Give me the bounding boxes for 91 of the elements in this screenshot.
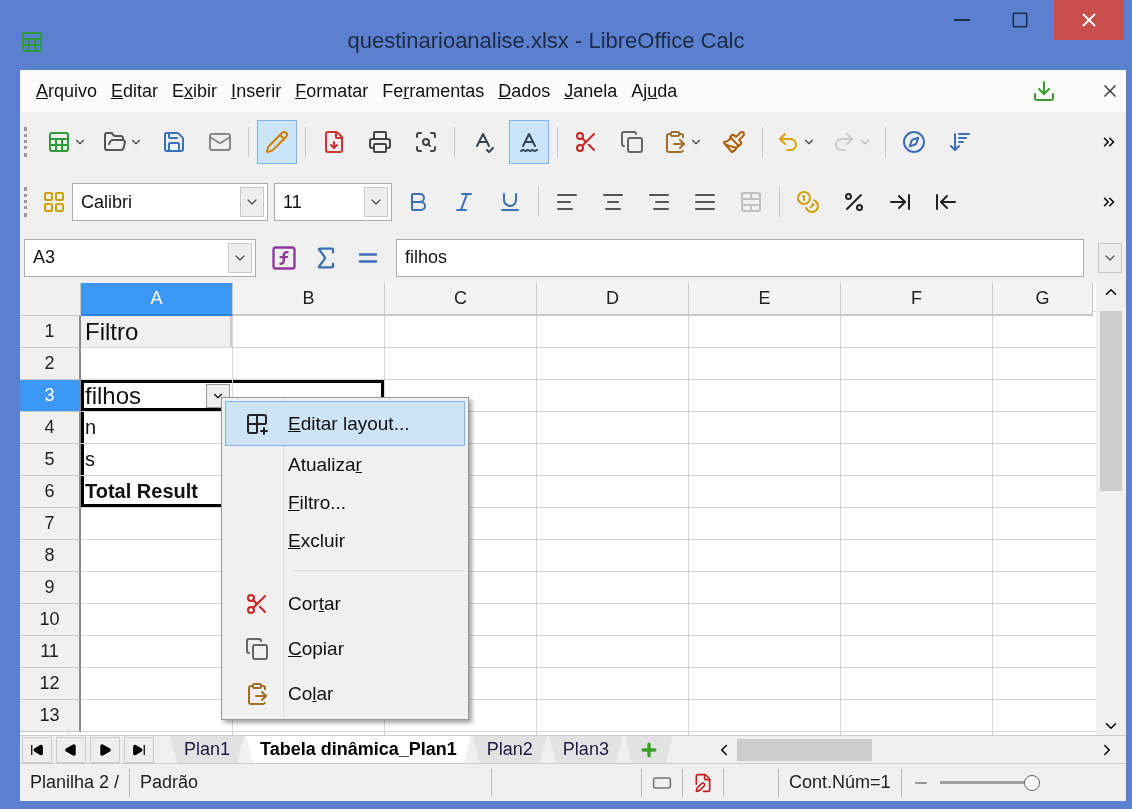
scrollbar-thumb[interactable]	[1100, 311, 1122, 491]
redo-icon	[832, 130, 856, 154]
close-button[interactable]	[1054, 0, 1124, 40]
menu-item[interactable]: Ajuda	[625, 76, 684, 106]
menu-item[interactable]: Excluir	[225, 522, 465, 560]
menu-item[interactable]: Copiar	[225, 626, 465, 671]
envelope-icon	[208, 130, 232, 154]
triangle-left-icon	[64, 743, 78, 757]
clipboard-icon	[245, 681, 269, 706]
spreadsheet-icon	[47, 130, 71, 154]
triangle-right-icon	[98, 743, 112, 757]
maximize-icon	[1011, 11, 1029, 29]
sheet-indicator: Planilha 2 /	[20, 768, 131, 797]
sheet-tab[interactable]: Plan3	[548, 736, 623, 763]
row-header[interactable]: 9	[20, 572, 81, 604]
count-indicator: Cont.Núm=1	[779, 768, 902, 797]
formula-input[interactable]: filhos	[396, 238, 1084, 277]
compass-icon	[902, 130, 926, 154]
column-header[interactable]: E	[689, 283, 841, 316]
menu-item[interactable]: Arquivo	[30, 76, 104, 106]
column-header[interactable]: F	[841, 283, 993, 316]
menu-item[interactable]: Formatar	[289, 76, 375, 106]
zoom-thumb[interactable]	[1023, 774, 1040, 791]
font-size-field[interactable]: 11	[274, 183, 392, 221]
name-box[interactable]: A3	[24, 238, 256, 277]
coins-icon	[796, 190, 820, 214]
row-header[interactable]: 1	[20, 316, 81, 348]
copy-icon	[620, 130, 644, 154]
sheet-tab[interactable]: Plan1	[170, 736, 245, 763]
menu-item[interactable]: Ferramentas	[376, 76, 491, 106]
sheet-tab[interactable]: Tabela dinâmica_Plan1	[246, 736, 471, 763]
menu-item[interactable]: Colar	[225, 671, 465, 716]
spreadsheet-icon	[20, 30, 44, 54]
row-header[interactable]: 5	[20, 444, 81, 476]
font-name-field[interactable]: Calibri	[72, 183, 268, 221]
scissors-icon	[245, 591, 269, 616]
sheet-tab[interactable]: Plan2	[472, 736, 547, 763]
column-header[interactable]: D	[537, 283, 689, 316]
document-modified-icon	[693, 772, 714, 793]
print-preview-icon	[414, 130, 438, 154]
grid-icon	[245, 411, 269, 436]
percent-icon	[842, 190, 866, 214]
row-header[interactable]: 2	[20, 348, 81, 380]
row-header[interactable]: 10	[20, 604, 81, 636]
scrollbar-thumb[interactable]	[736, 739, 872, 761]
menu-item[interactable]: Inserir	[225, 76, 288, 106]
last-sheet-button[interactable]	[124, 737, 154, 763]
column-header[interactable]: B	[233, 283, 385, 316]
scissors-icon	[574, 130, 598, 154]
minimize-icon	[954, 19, 970, 21]
menu-item[interactable]: Cortar	[225, 581, 465, 626]
row-header[interactable]: 11	[20, 636, 81, 668]
row-header[interactable]: 7	[20, 508, 81, 540]
menu-item[interactable]: Dados	[492, 76, 557, 106]
row-header[interactable]: 13	[20, 700, 81, 732]
column-header[interactable]: C	[385, 283, 537, 316]
table-cell: filhos	[81, 380, 232, 411]
copy-icon	[245, 636, 269, 661]
menu-item[interactable]: Janela	[558, 76, 624, 106]
styles-icon	[42, 190, 66, 214]
column-header[interactable]: G	[993, 283, 1093, 316]
undo-icon	[776, 130, 800, 154]
underline-icon	[498, 190, 522, 214]
next-sheet-button[interactable]	[90, 737, 120, 763]
row-header[interactable]: 12	[20, 668, 81, 700]
previous-sheet-button[interactable]	[56, 737, 86, 763]
sort-icon	[948, 130, 972, 154]
paintbrush-icon	[722, 130, 746, 154]
menu-item[interactable]: Editar	[105, 76, 165, 106]
add-sheet-button[interactable]	[624, 736, 673, 763]
window-title: questinarioanalise.xlsx - LibreOffice Calc	[346, 28, 746, 54]
folder-icon	[103, 130, 127, 154]
function-icon[interactable]	[270, 243, 298, 272]
menu-item[interactable]: Editar layout...	[225, 401, 465, 446]
row-header[interactable]: 8	[20, 540, 81, 572]
save-icon	[162, 130, 186, 154]
first-sheet-button[interactable]	[22, 737, 52, 763]
menu-item[interactable]: Exibir	[166, 76, 224, 106]
row-header[interactable]: 4	[20, 412, 81, 444]
merge-cells-icon	[739, 190, 763, 214]
spellcheck-icon	[517, 130, 541, 154]
clipboard-icon	[663, 130, 687, 154]
row-header[interactable]: 6	[20, 476, 81, 508]
pencil-icon	[265, 130, 289, 154]
skip-forward-icon	[132, 743, 146, 757]
download-icon[interactable]	[1032, 79, 1056, 103]
skip-back-icon	[30, 743, 44, 757]
toolbar-button[interactable]	[509, 120, 549, 164]
printer-icon	[368, 130, 392, 154]
page-style: Padrão	[130, 768, 493, 797]
filter-button[interactable]: Filtro	[81, 316, 232, 347]
